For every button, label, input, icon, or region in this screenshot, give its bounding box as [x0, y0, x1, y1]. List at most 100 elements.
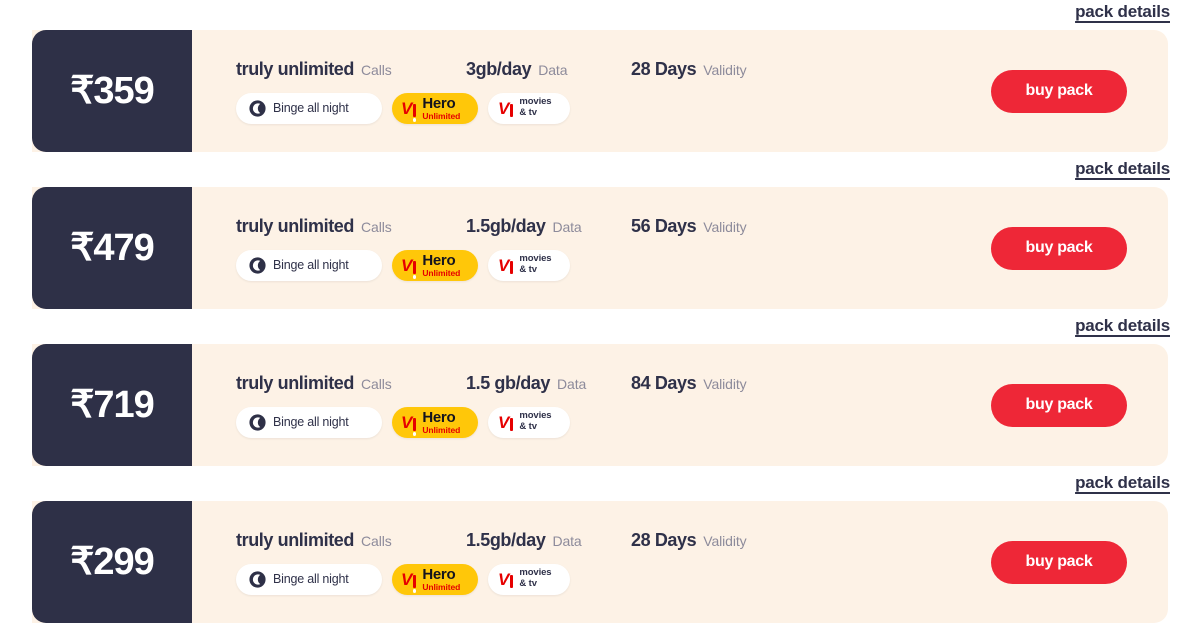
hero-badge-sub: Unlimited [422, 424, 461, 435]
moon-icon [249, 570, 266, 588]
plan-price: ₹479 [70, 227, 155, 269]
vi-logo-bar-movies [509, 574, 514, 593]
buy-pack-button[interactable]: buy pack [991, 226, 1127, 270]
calls-value: truly unlimited [236, 58, 355, 79]
feature-calls: truly unlimited Calls [236, 530, 466, 551]
features-row: truly unlimited Calls 1.5 gb/day Data 84… [236, 373, 958, 394]
badge-vi-movies-tv[interactable]: V movies & tv [488, 92, 570, 124]
vi-logo-letter: V [401, 255, 412, 275]
vi-logo-bar [412, 574, 417, 593]
pack-details-row: pack details [0, 314, 1200, 344]
badge-binge-all-night[interactable]: Binge all night [236, 92, 382, 124]
hero-text-stack: Hero Unlimited [422, 96, 460, 121]
features-row: truly unlimited Calls 3gb/day Data 28 Da… [236, 59, 958, 80]
features-row: truly unlimited Calls 1.5gb/day Data 56 … [236, 216, 958, 237]
moon-icon [249, 413, 266, 431]
data-label: Data [552, 218, 582, 235]
movies-text-stack: movies & tv [519, 568, 551, 589]
vi-logo-bar [412, 103, 417, 122]
badges-row: Binge all night V Hero Unlimited V movie… [236, 249, 958, 281]
pack-details-link[interactable]: pack details [1075, 2, 1170, 22]
movies-badge-line2: & tv [519, 107, 537, 118]
movies-text-stack: movies & tv [519, 411, 551, 432]
movies-badge-line2: & tv [519, 578, 537, 589]
vi-logo-bar [412, 260, 417, 279]
data-label: Data [538, 61, 568, 78]
feature-validity: 28 Days Validity [631, 59, 747, 80]
calls-label: Calls [361, 218, 392, 235]
features-row: truly unlimited Calls 1.5gb/day Data 28 … [236, 530, 958, 551]
pack-details-link[interactable]: pack details [1075, 316, 1170, 336]
hero-badge-word: Hero [422, 251, 456, 269]
validity-label: Validity [703, 375, 747, 392]
plan-card[interactable]: ₹479 truly unlimited Calls 1.5gb/day Dat… [32, 187, 1168, 309]
buy-pack-button[interactable]: buy pack [991, 540, 1127, 584]
validity-label: Validity [703, 61, 747, 78]
vi-logo-letter: V [401, 412, 412, 432]
movies-text-stack: movies & tv [519, 97, 551, 118]
calls-value: truly unlimited [236, 372, 355, 393]
calls-value: truly unlimited [236, 529, 355, 550]
hero-badge-sub: Unlimited [422, 267, 461, 278]
data-value: 3gb/day [466, 58, 532, 79]
badge-vi-movies-tv[interactable]: V movies & tv [488, 406, 570, 438]
badge-vi-hero-unlimited[interactable]: V Hero Unlimited [392, 249, 478, 281]
badge-vi-hero-unlimited[interactable]: V Hero Unlimited [392, 92, 478, 124]
vi-logo-icon-movies: V [498, 255, 514, 279]
plan-card[interactable]: ₹719 truly unlimited Calls 1.5 gb/day Da… [32, 344, 1168, 466]
badges-row: Binge all night V Hero Unlimited V movie… [236, 406, 958, 438]
plan-block-0: pack details ₹359 truly unlimited Calls … [0, 0, 1200, 157]
pack-details-link[interactable]: pack details [1075, 473, 1170, 493]
movies-badge-line2: & tv [519, 264, 537, 275]
pack-details-link[interactable]: pack details [1075, 159, 1170, 179]
vi-logo-icon-movies: V [498, 414, 514, 436]
movies-badge-line2: & tv [519, 421, 537, 432]
price-pane: ₹359 [32, 30, 192, 152]
plan-info-pane: truly unlimited Calls 3gb/day Data 28 Da… [192, 30, 958, 152]
vi-logo-letter: V [401, 98, 412, 118]
buy-pane: buy pack [958, 501, 1168, 623]
badge-binge-all-night[interactable]: Binge all night [236, 406, 382, 438]
feature-data: 1.5gb/day Data [466, 216, 631, 237]
vi-logo-bar [412, 417, 417, 436]
badge-binge-label: Binge all night [273, 572, 349, 586]
plan-block-2: pack details ₹719 truly unlimited Calls … [0, 314, 1200, 471]
pack-details-row: pack details [0, 157, 1200, 187]
vi-logo-letter-movies: V [498, 98, 509, 118]
validity-value: 56 Days [631, 215, 697, 236]
hero-badge-sub: Unlimited [422, 110, 461, 121]
vi-logo-letter-movies: V [498, 569, 509, 589]
badge-binge-label: Binge all night [273, 258, 349, 272]
plan-price: ₹719 [70, 384, 155, 426]
moon-icon [249, 256, 266, 274]
buy-pack-button[interactable]: buy pack [991, 383, 1127, 427]
plan-card[interactable]: ₹359 truly unlimited Calls 3gb/day Data … [32, 30, 1168, 152]
badge-vi-movies-tv[interactable]: V movies & tv [488, 563, 570, 595]
badge-vi-movies-tv[interactable]: V movies & tv [488, 249, 570, 281]
buy-pack-button[interactable]: buy pack [991, 69, 1127, 113]
feature-validity: 84 Days Validity [631, 373, 747, 394]
plans-list: pack details ₹359 truly unlimited Calls … [0, 0, 1200, 630]
badge-binge-all-night[interactable]: Binge all night [236, 249, 382, 281]
data-label: Data [552, 532, 582, 549]
badges-row: Binge all night V Hero Unlimited V movie… [236, 563, 958, 595]
plan-info-pane: truly unlimited Calls 1.5gb/day Data 56 … [192, 187, 958, 309]
vi-logo-icon: V [401, 98, 417, 122]
buy-pane: buy pack [958, 187, 1168, 309]
vi-logo-letter-movies: V [498, 255, 509, 275]
badges-row: Binge all night V Hero Unlimited V movie… [236, 92, 958, 124]
feature-calls: truly unlimited Calls [236, 373, 466, 394]
data-value: 1.5gb/day [466, 529, 546, 550]
feature-calls: truly unlimited Calls [236, 59, 466, 80]
badge-vi-hero-unlimited[interactable]: V Hero Unlimited [392, 406, 478, 438]
hero-badge-word: Hero [422, 565, 456, 583]
badge-binge-all-night[interactable]: Binge all night [236, 563, 382, 595]
plan-card[interactable]: ₹299 truly unlimited Calls 1.5gb/day Dat… [32, 501, 1168, 623]
validity-value: 28 Days [631, 529, 697, 550]
data-value: 1.5gb/day [466, 215, 546, 236]
hero-text-stack: Hero Unlimited [422, 253, 460, 278]
calls-value: truly unlimited [236, 215, 355, 236]
badge-vi-hero-unlimited[interactable]: V Hero Unlimited [392, 563, 478, 595]
pack-details-row: pack details [0, 471, 1200, 501]
vi-logo-bar-movies [509, 103, 514, 122]
